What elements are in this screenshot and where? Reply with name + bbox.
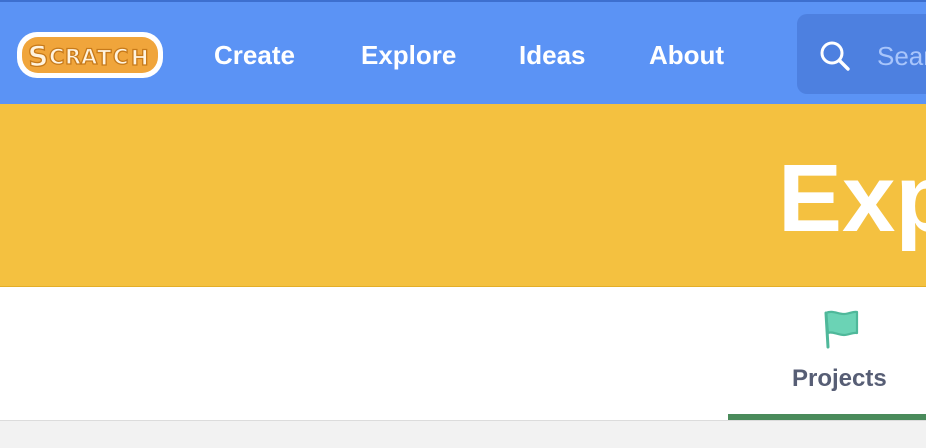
svg-text:R: R (65, 45, 81, 69)
svg-text:T: T (97, 46, 112, 70)
category-tabs: Projects (0, 287, 926, 421)
tab-projects-label: Projects (792, 365, 887, 392)
page-title: Exp (778, 145, 926, 252)
svg-text:C: C (49, 45, 64, 69)
nav-create-link[interactable]: Create (214, 38, 295, 72)
tab-projects[interactable]: Projects (728, 287, 926, 420)
nav-explore-link[interactable]: Explore (361, 38, 456, 72)
explore-banner: Exp (0, 104, 926, 287)
top-navbar: S C R A T C H Create Explore Ideas About (0, 0, 926, 104)
nav-ideas-link[interactable]: Ideas (519, 38, 586, 72)
search-input[interactable]: Sear (797, 14, 926, 94)
scratch-logo[interactable]: S C R A T C H (14, 26, 168, 84)
search-placeholder: Sear (877, 41, 926, 71)
active-tab-indicator (728, 414, 926, 420)
search-icon (819, 40, 851, 72)
scratch-logo-icon: S C R A T C H (17, 32, 163, 78)
svg-text:H: H (131, 46, 149, 70)
svg-text:C: C (113, 45, 128, 69)
nav-about-link[interactable]: About (649, 38, 724, 72)
svg-text:S: S (27, 39, 49, 73)
flag-icon (820, 309, 862, 351)
svg-text:A: A (81, 45, 98, 69)
content-area (0, 421, 926, 448)
page: S C R A T C H Create Explore Ideas About (0, 0, 926, 448)
